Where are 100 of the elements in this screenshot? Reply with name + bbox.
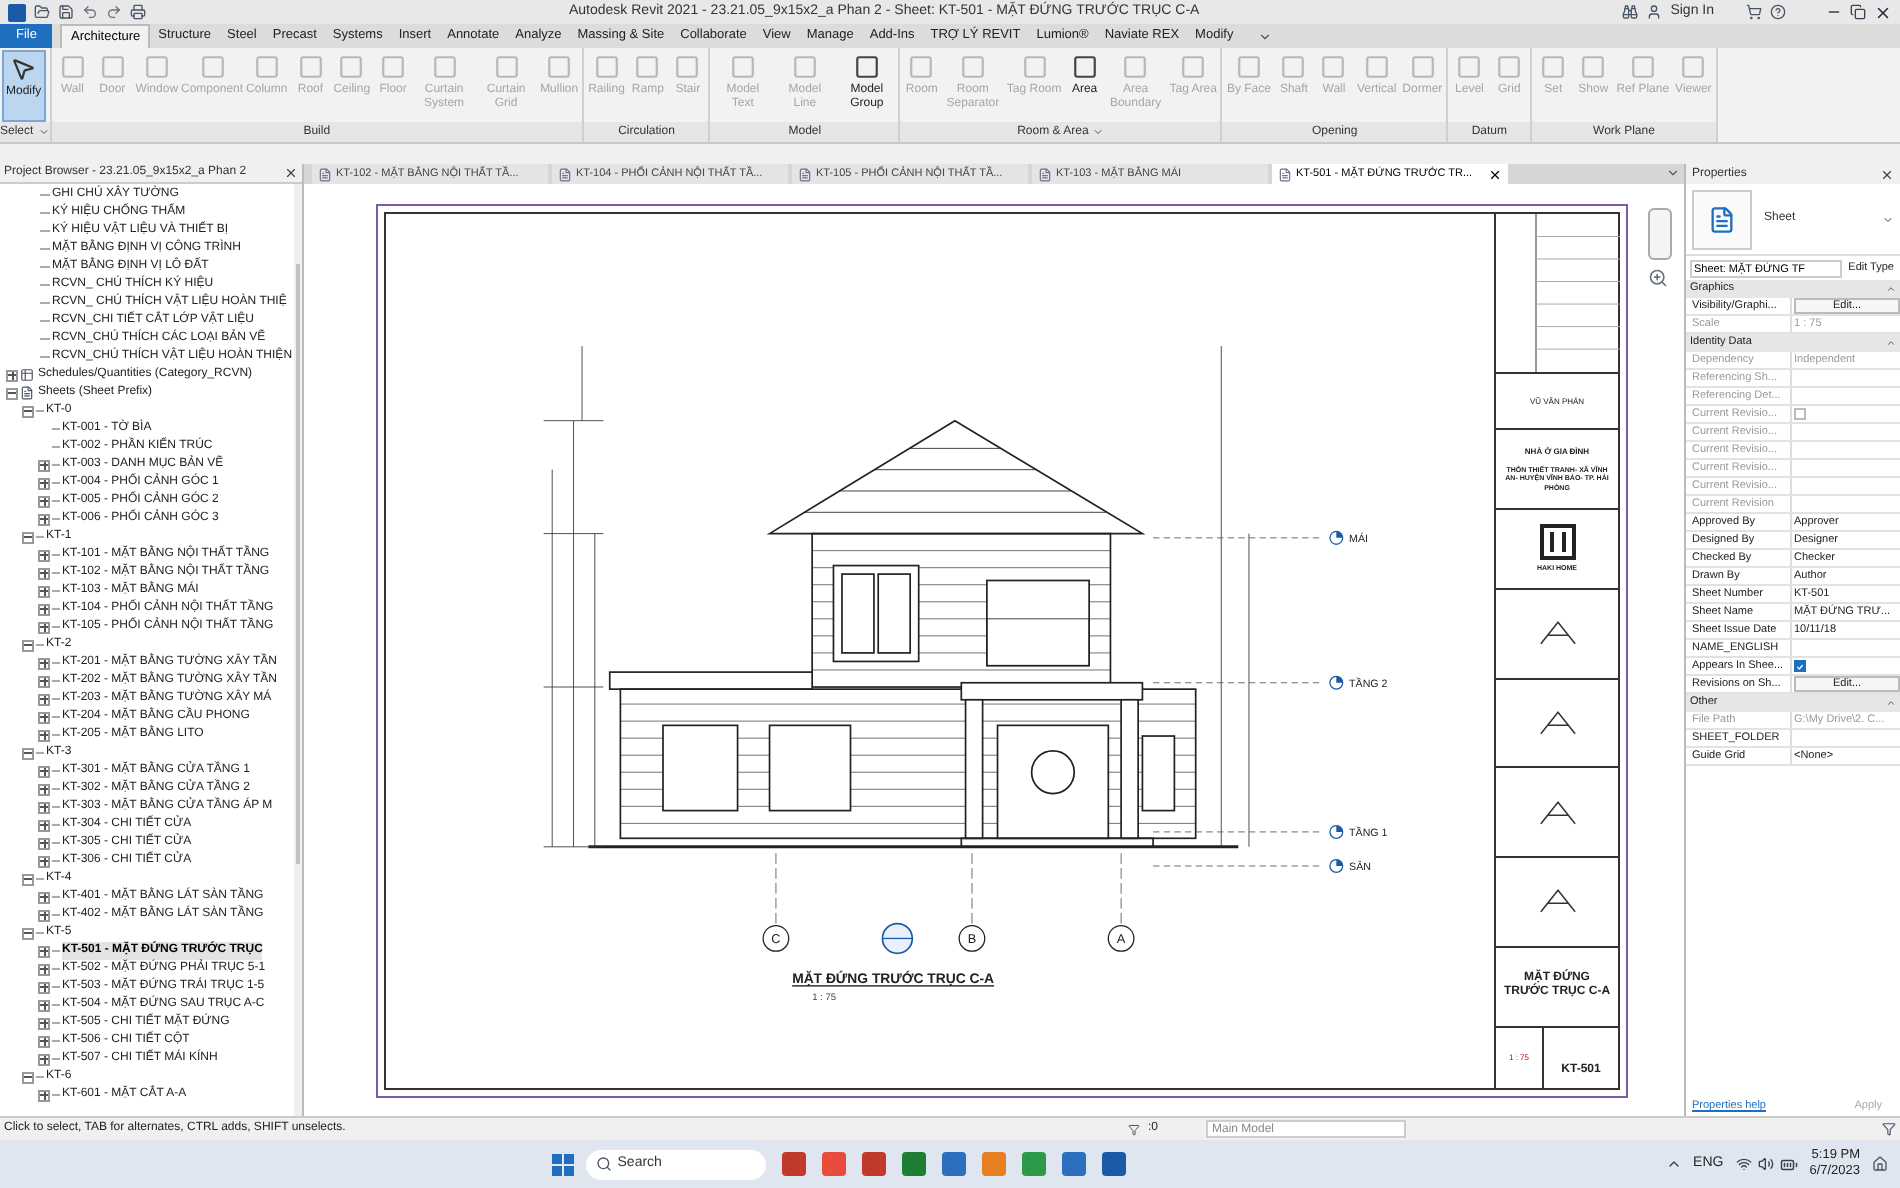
expand-toggle[interactable]: [38, 657, 50, 669]
user-icon[interactable]: [1646, 4, 1663, 20]
expand-toggle[interactable]: [38, 513, 50, 525]
close-icon[interactable]: [1488, 167, 1502, 181]
square-icon: [1235, 54, 1262, 80]
square-icon: [1363, 54, 1390, 80]
app-icon[interactable]: [781, 1152, 806, 1176]
square-icon: [1629, 54, 1656, 80]
collapse-toggle[interactable]: [22, 747, 34, 759]
speaker-icon[interactable]: [1757, 1156, 1774, 1172]
expand-toggle[interactable]: [38, 495, 50, 507]
revit-logo-icon[interactable]: [8, 3, 26, 21]
expand-toggle[interactable]: [38, 1053, 50, 1065]
expand-toggle[interactable]: [38, 477, 50, 489]
zoom-icon[interactable]: [1648, 268, 1668, 288]
level-marker-icon: [1329, 824, 1344, 839]
expand-toggle[interactable]: [38, 1089, 50, 1101]
view-reference-icon[interactable]: [881, 922, 914, 955]
expand-toggle[interactable]: [38, 837, 50, 849]
app-icon[interactable]: [821, 1152, 846, 1176]
expand-toggle[interactable]: [38, 765, 50, 777]
expand-toggle[interactable]: [38, 909, 50, 921]
square-icon: [1180, 54, 1207, 80]
expand-toggle[interactable]: [38, 999, 50, 1011]
square-icon: [493, 54, 520, 80]
grid-line: [971, 852, 973, 927]
app-icon[interactable]: [941, 1152, 966, 1176]
sheet-icon: [798, 167, 812, 181]
app-icon[interactable]: [1021, 1152, 1046, 1176]
sheet-type-icon: [1708, 205, 1736, 233]
level-marker-icon: [1329, 675, 1344, 690]
dropdown-icon[interactable]: [1257, 30, 1272, 44]
close-icon[interactable]: [1880, 167, 1894, 181]
expand-toggle[interactable]: [38, 711, 50, 723]
property-checkbox[interactable]: [1794, 660, 1806, 672]
grid-line: [775, 852, 777, 927]
expand-toggle[interactable]: [6, 369, 18, 381]
dropdown-icon[interactable]: [1666, 166, 1680, 180]
collapse-icon[interactable]: [1886, 698, 1896, 708]
expand-toggle[interactable]: [38, 675, 50, 687]
expand-toggle[interactable]: [38, 621, 50, 633]
collapse-toggle[interactable]: [22, 639, 34, 651]
expand-toggle[interactable]: [38, 981, 50, 993]
filter-icon[interactable]: [1127, 1123, 1140, 1135]
collapse-toggle[interactable]: [22, 405, 34, 417]
expand-toggle[interactable]: [38, 585, 50, 597]
collapse-icon[interactable]: [1886, 338, 1896, 348]
open-icon[interactable]: [34, 4, 50, 20]
expand-toggle[interactable]: [38, 819, 50, 831]
binoculars-icon[interactable]: [1622, 4, 1639, 20]
battery-icon[interactable]: [1779, 1155, 1798, 1173]
collapse-toggle[interactable]: [22, 531, 34, 543]
close-icon[interactable]: [1874, 3, 1892, 21]
expand-toggle[interactable]: [38, 1035, 50, 1047]
print-icon[interactable]: [130, 4, 146, 20]
app-icon[interactable]: [861, 1152, 886, 1176]
app-icon[interactable]: [1061, 1152, 1086, 1176]
scrollbar[interactable]: [294, 184, 302, 1116]
expand-toggle[interactable]: [38, 783, 50, 795]
collapse-toggle[interactable]: [22, 873, 34, 885]
expand-toggle[interactable]: [38, 729, 50, 741]
expand-toggle[interactable]: [38, 963, 50, 975]
collapse-icon[interactable]: [1886, 284, 1896, 294]
sheet-icon: [558, 167, 572, 181]
redo-icon[interactable]: [106, 4, 122, 20]
expand-toggle[interactable]: [38, 459, 50, 471]
app-icon[interactable]: [1101, 1152, 1126, 1176]
square-icon: [1580, 54, 1607, 80]
chevron-up-icon[interactable]: [1665, 1156, 1682, 1172]
collapse-toggle[interactable]: [22, 1071, 34, 1083]
wifi-icon[interactable]: [1735, 1156, 1752, 1172]
cart-icon[interactable]: [1746, 4, 1762, 20]
expand-toggle[interactable]: [38, 693, 50, 705]
sheet-icon: [20, 386, 34, 400]
detail-sketch-icon: [1535, 618, 1579, 649]
square-icon: [1680, 54, 1707, 80]
expand-toggle[interactable]: [38, 1017, 50, 1029]
expand-toggle[interactable]: [38, 801, 50, 813]
level-marker-icon: [1329, 530, 1344, 545]
expand-toggle[interactable]: [38, 945, 50, 957]
sheet-icon: [1278, 167, 1292, 181]
save-icon[interactable]: [58, 4, 74, 20]
expand-toggle[interactable]: [38, 603, 50, 615]
undo-icon[interactable]: [82, 4, 98, 20]
detail-sketch-icon: [1535, 708, 1579, 739]
filter-icon[interactable]: [1882, 1122, 1896, 1136]
restore-icon[interactable]: [1850, 4, 1866, 20]
collapse-toggle[interactable]: [22, 927, 34, 939]
app-icon[interactable]: [901, 1152, 926, 1176]
help-icon[interactable]: [1770, 4, 1786, 20]
expand-toggle[interactable]: [38, 891, 50, 903]
caret-icon[interactable]: [1882, 213, 1894, 225]
expand-toggle[interactable]: [38, 855, 50, 867]
square-icon: [1540, 54, 1567, 80]
expand-toggle[interactable]: [38, 567, 50, 579]
windows-start-icon[interactable]: [551, 1153, 574, 1175]
close-icon[interactable]: [284, 166, 298, 180]
square-icon: [908, 54, 935, 80]
collapse-toggle[interactable]: [6, 387, 18, 399]
expand-toggle[interactable]: [38, 549, 50, 561]
